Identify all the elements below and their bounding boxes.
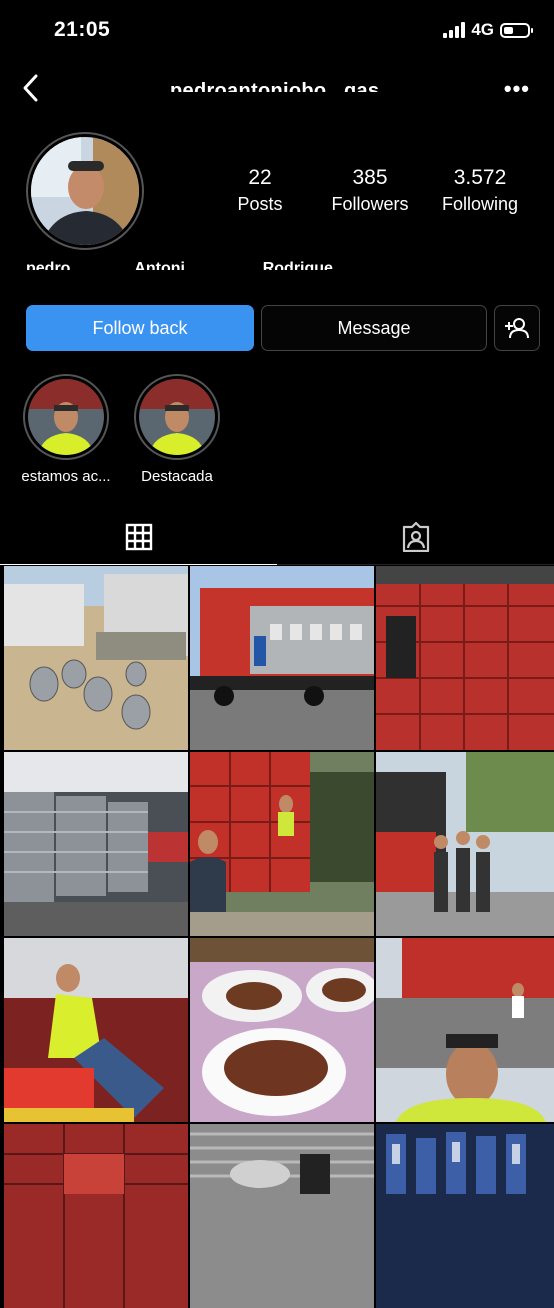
highlight-cover (134, 374, 220, 460)
status-time: 21:05 (54, 18, 111, 41)
avatar (31, 137, 139, 245)
network-type: 4G (471, 20, 494, 39)
highlight-label: Destacada (141, 468, 213, 485)
posts-grid (4, 566, 554, 1308)
status-bar: 21:05 4G (0, 0, 554, 60)
post-thumbnail[interactable] (4, 752, 188, 936)
profile-tabs (0, 510, 554, 565)
battery-icon (500, 22, 533, 38)
more-horizontal-icon[interactable]: ••• (504, 76, 530, 102)
posts-count: 22 (248, 166, 272, 189)
posts-label: Posts (237, 194, 283, 214)
post-thumbnail[interactable] (190, 566, 374, 750)
profile-avatar[interactable] (26, 132, 144, 250)
follow-back-button[interactable]: Follow back (26, 305, 254, 351)
following-stat[interactable]: 3.572 Following (430, 166, 530, 215)
followers-count: 385 (352, 166, 388, 189)
post-thumbnail[interactable] (4, 566, 188, 750)
profile-header: pedroantoniobo...gas ••• (0, 62, 554, 114)
tagged-icon (402, 522, 429, 552)
profile-stats: 22 Posts 385 Followers 3.572 Following (210, 166, 530, 215)
chevron-left-icon[interactable] (18, 72, 48, 104)
add-person-icon (505, 318, 529, 339)
post-thumbnail[interactable] (376, 752, 554, 936)
followers-stat[interactable]: 385 Followers (320, 166, 420, 215)
highlight-item[interactable]: Destacada (129, 374, 225, 485)
post-thumbnail[interactable] (4, 938, 188, 1122)
highlight-label: estamos ac... (21, 468, 111, 485)
highlight-cover (23, 374, 109, 460)
status-indicators: 4G (443, 20, 533, 40)
post-thumbnail[interactable] (4, 1124, 188, 1308)
post-thumbnail[interactable] (190, 752, 374, 936)
suggest-people-button[interactable] (494, 305, 540, 351)
signal-icon (443, 22, 466, 38)
tab-tagged[interactable] (277, 510, 554, 565)
profile-full-name: pedro Antoni... Rodrigue (26, 260, 333, 270)
grid-icon (125, 523, 152, 551)
username-title: pedroantoniobo...gas (170, 80, 380, 92)
post-thumbnail[interactable] (376, 566, 554, 750)
posts-stat[interactable]: 22 Posts (210, 166, 310, 215)
following-label: Following (441, 194, 519, 214)
post-thumbnail[interactable] (376, 1124, 554, 1308)
followers-label: Followers (331, 194, 409, 214)
following-count: 3.572 (453, 166, 507, 189)
post-thumbnail[interactable] (190, 938, 374, 1122)
highlight-item[interactable]: estamos ac... (18, 374, 114, 485)
tab-posts[interactable] (0, 510, 277, 565)
post-thumbnail[interactable] (190, 1124, 374, 1308)
message-button[interactable]: Message (261, 305, 487, 351)
post-thumbnail[interactable] (376, 938, 554, 1122)
